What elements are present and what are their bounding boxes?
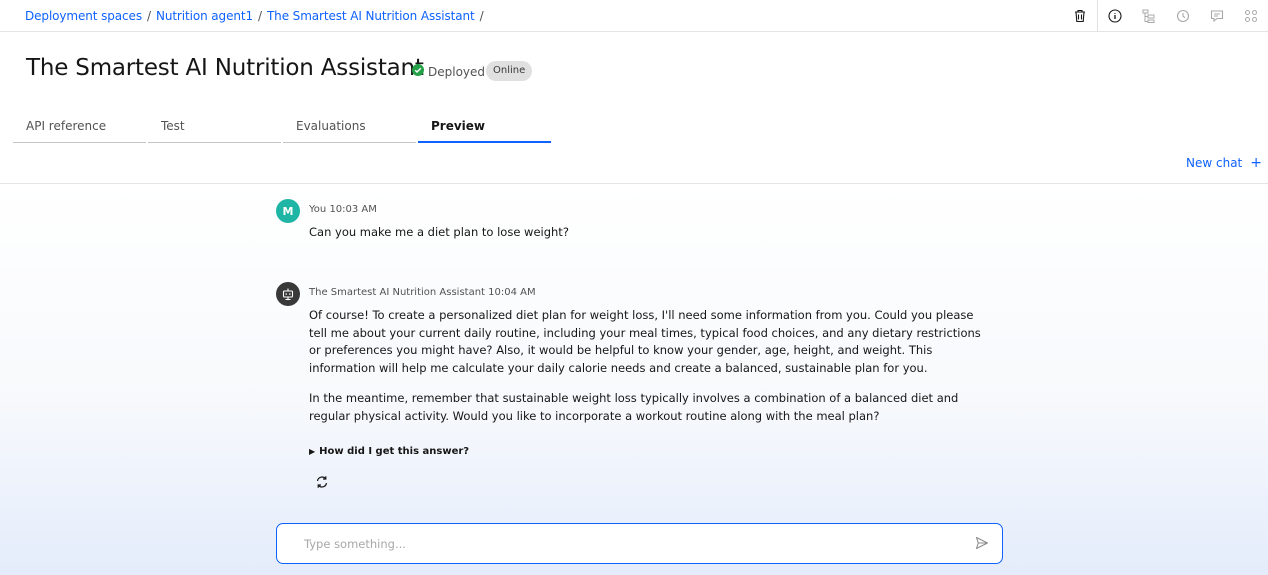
message-time: 10:04 AM bbox=[488, 287, 536, 298]
plus-icon: + bbox=[1250, 155, 1262, 171]
message-time: 10:03 AM bbox=[329, 204, 377, 215]
breadcrumb: Deployment spaces / Nutrition agent1 / The S… bbox=[25, 9, 489, 23]
bot-message-meta: The Smartest AI Nutrition Assistant 10:0… bbox=[309, 287, 536, 298]
tab-test[interactable]: Test bbox=[148, 110, 281, 143]
status-label: Deployed bbox=[428, 64, 486, 79]
breadcrumb-deployment-spaces[interactable]: Deployment spaces bbox=[25, 9, 142, 23]
tab-evaluations[interactable]: Evaluations bbox=[283, 110, 416, 143]
message-sender: The Smartest AI Nutrition Assistant bbox=[309, 287, 485, 298]
caret-right-icon: ▶ bbox=[309, 447, 316, 456]
chat-area bbox=[0, 183, 1268, 575]
robot-icon bbox=[282, 288, 294, 301]
deployment-status: Deployed bbox=[412, 64, 485, 79]
flow-icon[interactable] bbox=[1132, 0, 1166, 32]
status-badge: Online bbox=[486, 61, 533, 81]
breadcrumb-separator: / bbox=[479, 9, 484, 23]
top-bar: Deployment spaces / Nutrition agent1 / The S… bbox=[0, 0, 1268, 32]
page-title: The Smartest AI Nutrition Assistant bbox=[26, 55, 424, 81]
send-icon[interactable] bbox=[974, 535, 990, 551]
check-circle-icon bbox=[412, 64, 424, 79]
user-avatar: M bbox=[276, 199, 300, 223]
trash-icon[interactable] bbox=[1063, 0, 1098, 32]
info-icon[interactable] bbox=[1098, 0, 1132, 32]
bot-message-paragraph: Of course! To create a personalized diet… bbox=[309, 308, 981, 375]
breadcrumb-separator: / bbox=[146, 9, 151, 23]
breadcrumb-nutrition-agent[interactable]: Nutrition agent1 bbox=[156, 9, 253, 23]
bot-avatar bbox=[276, 282, 300, 306]
regenerate-icon[interactable] bbox=[313, 473, 331, 491]
message-composer bbox=[276, 523, 1003, 564]
tab-bar: API reference Test Evaluations Preview bbox=[13, 110, 553, 144]
breadcrumb-separator: / bbox=[258, 9, 262, 23]
comment-icon[interactable] bbox=[1200, 0, 1234, 32]
toolbar-icons bbox=[1063, 0, 1268, 32]
message-input[interactable] bbox=[302, 534, 946, 554]
new-chat-label: New chat bbox=[1186, 156, 1243, 170]
user-message-text: Can you make me a diet plan to lose weig… bbox=[309, 225, 569, 239]
history-icon[interactable] bbox=[1166, 0, 1200, 32]
tab-api-reference[interactable]: API reference bbox=[13, 110, 146, 143]
grid-icon[interactable] bbox=[1234, 0, 1268, 32]
bot-message-paragraph: In the meantime, remember that sustainab… bbox=[309, 391, 959, 423]
message-sender: You bbox=[309, 204, 327, 215]
explain-answer-toggle[interactable]: ▶ How did I get this answer? bbox=[309, 446, 469, 457]
new-chat-button[interactable]: New chat + bbox=[1186, 155, 1262, 171]
breadcrumb-assistant[interactable]: The Smartest AI Nutrition Assistant bbox=[267, 9, 475, 23]
tab-preview[interactable]: Preview bbox=[418, 110, 551, 143]
explain-answer-label: How did I get this answer? bbox=[319, 446, 470, 457]
user-message-meta: You 10:03 AM bbox=[309, 204, 377, 215]
